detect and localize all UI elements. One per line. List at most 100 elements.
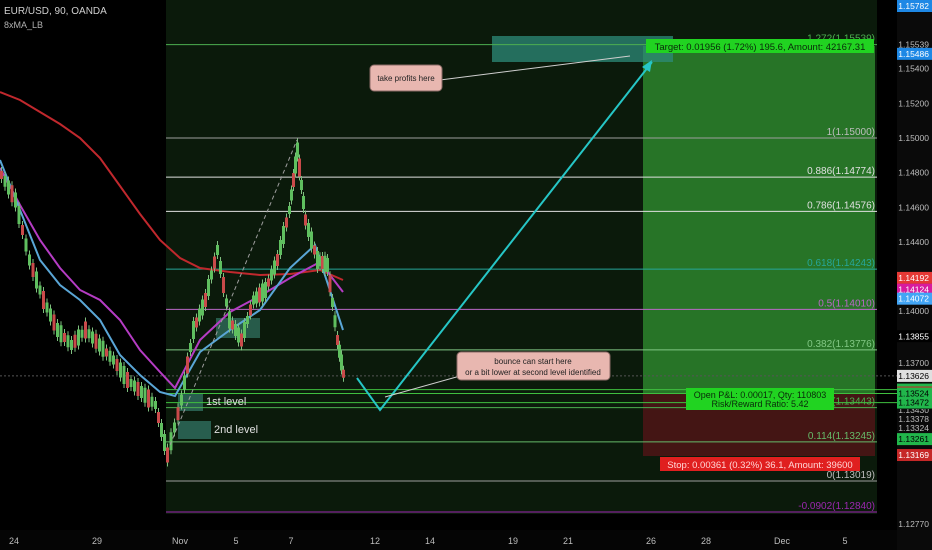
candle-body <box>304 214 307 226</box>
price-chart[interactable]: 1.272(1.15539)1(1.15000)0.886(1.14774)0.… <box>0 0 932 550</box>
candle-body <box>285 217 288 228</box>
second-level-label: 2nd level <box>214 424 258 436</box>
candle-body <box>294 156 297 174</box>
candle-body <box>42 291 45 309</box>
candle-body <box>296 142 299 158</box>
candle-body <box>101 340 105 357</box>
candle-body <box>252 295 255 305</box>
candle-body <box>143 387 147 403</box>
time-tick-9: 26 <box>646 536 656 546</box>
price-tick-7: 1.14000 <box>898 306 929 316</box>
candle-body <box>17 206 21 224</box>
fib-level-label-2: 0.886(1.14774) <box>807 166 875 177</box>
candle-body <box>136 382 140 396</box>
time-tick-1: 29 <box>92 536 102 546</box>
candle-body <box>302 196 305 209</box>
time-tick-12: 5 <box>842 536 847 546</box>
time-tick-7: 19 <box>508 536 518 546</box>
candle-body <box>122 366 126 384</box>
time-tick-0: 24 <box>9 536 19 546</box>
candle-body <box>273 260 276 275</box>
candle-body <box>279 240 282 255</box>
candle-body <box>222 277 225 293</box>
price-tick-6: 1.14400 <box>898 237 929 247</box>
candle-body <box>292 173 295 187</box>
candle-body <box>246 316 249 324</box>
candle-body <box>237 327 240 343</box>
candle-body <box>119 362 122 378</box>
time-tick-10: 28 <box>701 536 711 546</box>
candle-body <box>129 379 133 387</box>
candle-body <box>180 394 183 406</box>
candle-body <box>10 185 14 203</box>
candle-body <box>21 225 24 235</box>
candle-body <box>336 335 339 345</box>
candle-body <box>80 329 84 338</box>
candle-body <box>228 311 231 329</box>
candle-body <box>147 389 150 408</box>
candle-body <box>87 329 91 339</box>
price-tag-label-11: 1.13472 <box>898 398 929 408</box>
candle-body <box>3 175 7 187</box>
price-tag-label-0: 1.15782 <box>898 1 929 11</box>
time-tick-2: Nov <box>172 536 189 546</box>
candle-body <box>94 333 98 349</box>
first-level-label: 1st level <box>206 396 246 408</box>
time-tick-5: 12 <box>370 536 380 546</box>
candle-body <box>183 375 186 390</box>
candle-body <box>73 334 77 348</box>
candle-body <box>210 270 213 280</box>
candle-body <box>56 323 59 337</box>
second-level-box[interactable] <box>178 421 211 439</box>
candle-body <box>157 412 160 423</box>
time-tick-3: 5 <box>233 536 238 546</box>
bounce-text-line2: or a bit lower at second level identifie… <box>465 368 601 377</box>
candle-body <box>66 335 70 348</box>
candle-body <box>264 282 267 298</box>
candle-body <box>290 189 293 201</box>
candle-body <box>225 298 228 307</box>
time-tick-11: Dec <box>774 536 791 546</box>
stop-label: Stop: 0.00361 (0.32%) 36.1, Amount: 3960… <box>667 460 852 471</box>
take-profit-box[interactable] <box>492 36 673 62</box>
candle-body <box>150 396 154 407</box>
candle-body <box>166 447 169 463</box>
candle-body <box>115 359 119 371</box>
time-tick-8: 21 <box>563 536 573 546</box>
fib-level-label-3: 0.786(1.14576) <box>807 200 875 211</box>
price-tick-12: 1.12770 <box>898 519 929 529</box>
candle-body <box>108 350 112 362</box>
candle-body <box>198 308 201 322</box>
candle-body <box>84 321 87 339</box>
candle-body <box>0 171 3 179</box>
candle-body <box>300 180 303 190</box>
candle-body <box>313 245 316 255</box>
candle-body <box>14 192 17 208</box>
candle-body <box>63 333 66 342</box>
candle-body <box>59 325 63 343</box>
bounce-text-line1: bounce can start here <box>494 357 572 366</box>
candle-body <box>35 271 38 289</box>
price-tick-5: 1.14600 <box>898 202 929 212</box>
candle-body <box>52 314 56 331</box>
candle-body <box>140 386 143 398</box>
candle-body <box>340 354 343 371</box>
candle-body <box>328 275 332 293</box>
candle-body <box>267 278 270 287</box>
candle-body <box>133 380 136 392</box>
candle-body <box>261 283 264 302</box>
candle-body <box>219 261 222 274</box>
price-tick-3: 1.15000 <box>898 133 929 143</box>
price-tick-2: 1.15200 <box>898 98 929 108</box>
candle-body <box>240 333 243 347</box>
candle-body <box>342 369 345 378</box>
candle-body <box>288 206 291 214</box>
price-tag-label-5: 1.13855 <box>898 331 929 341</box>
candle-body <box>310 231 313 249</box>
candle-body <box>234 324 237 336</box>
candle-body <box>255 291 258 304</box>
price-tick-11: 1.13324 <box>898 423 929 433</box>
candle-body <box>282 226 285 244</box>
candle-body <box>163 434 166 451</box>
candle-body <box>213 256 216 269</box>
